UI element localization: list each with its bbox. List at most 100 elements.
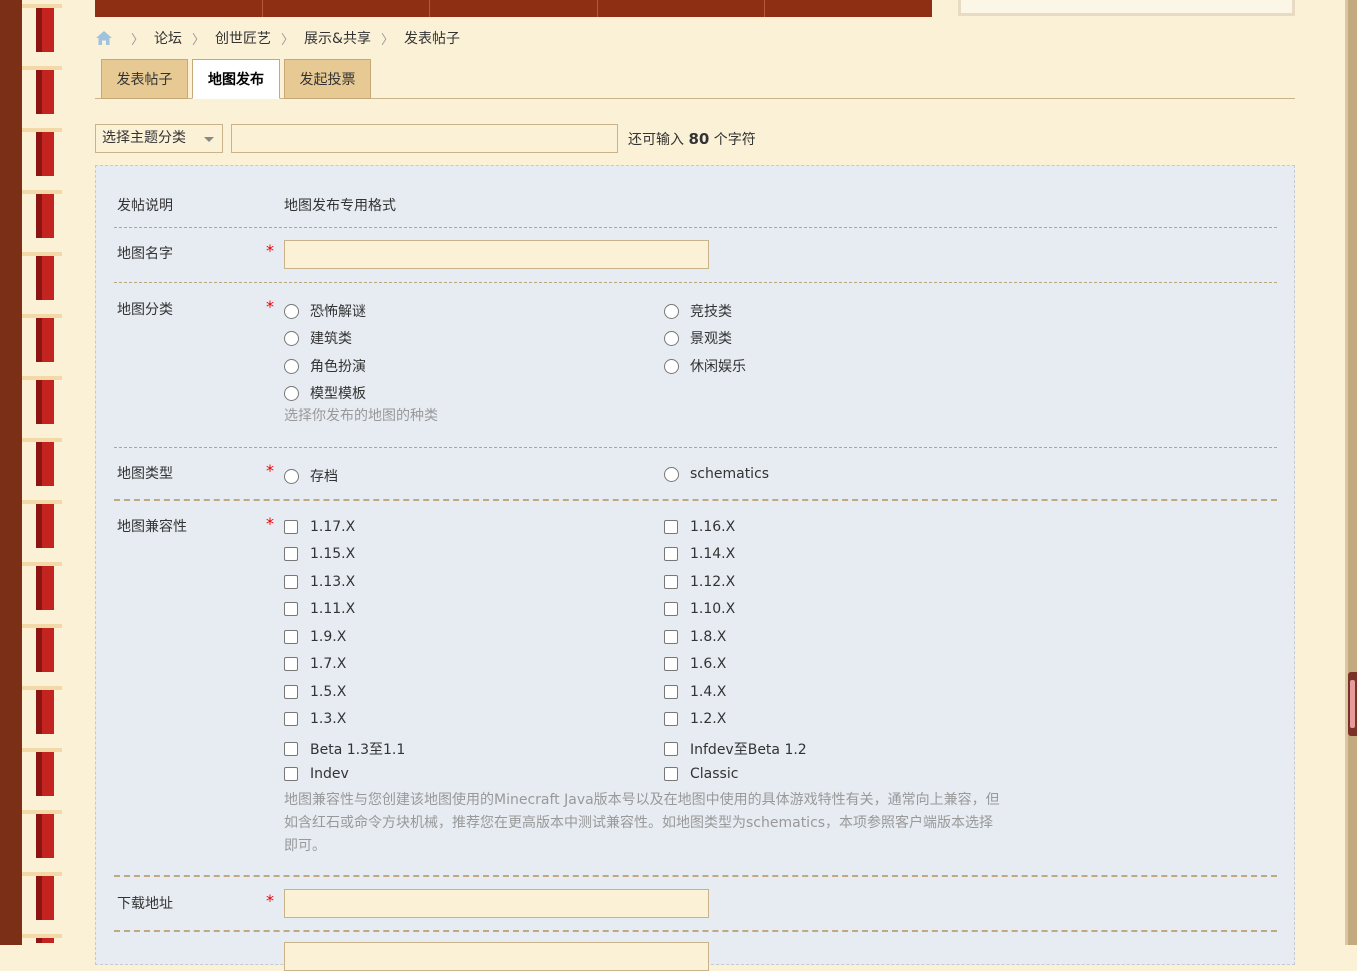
checkbox[interactable] xyxy=(284,547,298,561)
top-nav-item[interactable] xyxy=(263,0,431,17)
top-nav-item[interactable] xyxy=(95,0,263,17)
tab-map-release[interactable]: 地图发布 xyxy=(192,59,280,99)
category-option[interactable]: 模型模板 xyxy=(284,383,366,403)
map-name-label: 地图名字 xyxy=(117,246,173,262)
checkbox[interactable] xyxy=(664,520,678,534)
map-name-input[interactable] xyxy=(284,240,709,269)
compat-option[interactable]: 1.10.X xyxy=(664,601,735,617)
compat-option[interactable]: 1.5.X xyxy=(284,684,346,700)
top-nav-item[interactable] xyxy=(430,0,598,17)
compat-option[interactable]: 1.2.X xyxy=(664,711,726,727)
required-mark: * xyxy=(266,514,274,533)
category-select[interactable]: 选择主题分类 xyxy=(95,124,223,153)
download-url-input[interactable] xyxy=(284,889,709,918)
download-label: 下载地址 xyxy=(117,896,173,912)
top-nav-item[interactable] xyxy=(765,0,932,17)
checkbox[interactable] xyxy=(284,657,298,671)
checkbox[interactable] xyxy=(284,520,298,534)
compat-option[interactable]: 1.7.X xyxy=(284,656,346,672)
required-mark: * xyxy=(266,297,274,316)
map-type-label: 地图类型 xyxy=(117,466,173,482)
breadcrumb: 〉 论坛 〉 创世匠艺 〉 展示&共享 〉 发表帖子 xyxy=(95,27,460,49)
required-mark: * xyxy=(266,891,274,910)
title-input[interactable] xyxy=(231,124,618,153)
post-type-tabs: 发表帖子 地图发布 发起投票 xyxy=(95,59,1295,99)
checkbox[interactable] xyxy=(664,547,678,561)
top-nav-item[interactable] xyxy=(598,0,766,17)
compat-option[interactable]: 1.4.X xyxy=(664,684,726,700)
compat-option[interactable]: 1.16.X xyxy=(664,519,735,535)
checkbox[interactable] xyxy=(284,602,298,616)
breadcrumb-section[interactable]: 创世匠艺 xyxy=(215,28,271,48)
checkbox[interactable] xyxy=(664,685,678,699)
compat-option[interactable]: Infdev至Beta 1.2 xyxy=(664,739,807,759)
category-hint: 选择你发布的地图的种类 xyxy=(284,408,438,424)
breadcrumb-subsection[interactable]: 展示&共享 xyxy=(304,28,371,48)
category-label: 地图分类 xyxy=(117,302,173,318)
map-type-option[interactable]: 存档 xyxy=(284,466,338,486)
chain-border xyxy=(22,0,62,945)
checkbox[interactable] xyxy=(664,712,678,726)
checkbox[interactable] xyxy=(664,742,678,756)
compat-option[interactable]: 1.17.X xyxy=(284,519,355,535)
category-option[interactable]: 休闲娱乐 xyxy=(664,356,746,376)
compat-option[interactable]: 1.11.X xyxy=(284,601,355,617)
checkbox[interactable] xyxy=(284,742,298,756)
breadcrumb-forum[interactable]: 论坛 xyxy=(154,28,182,48)
category-option[interactable]: 角色扮演 xyxy=(284,356,366,376)
checkbox[interactable] xyxy=(284,712,298,726)
radio-button[interactable] xyxy=(284,330,299,346)
map-type-option[interactable]: schematics xyxy=(664,466,769,482)
compat-label: 地图兼容性 xyxy=(117,519,187,535)
compat-option[interactable]: 1.12.X xyxy=(664,574,735,590)
checkbox[interactable] xyxy=(664,767,678,781)
radio-button[interactable] xyxy=(284,358,299,374)
form-row-map-name: 地图名字 * xyxy=(114,229,1277,283)
compat-option[interactable]: 1.15.X xyxy=(284,546,355,562)
breadcrumb-current: 发表帖子 xyxy=(403,31,460,47)
required-mark: * xyxy=(266,241,274,260)
radio-button[interactable] xyxy=(284,468,299,484)
compat-option[interactable]: Beta 1.3至1.1 xyxy=(284,739,405,759)
checkbox[interactable] xyxy=(284,767,298,781)
radio-button[interactable] xyxy=(664,358,679,374)
compat-option[interactable]: 1.9.X xyxy=(284,629,346,645)
checkbox[interactable] xyxy=(284,685,298,699)
top-nav-bar xyxy=(95,0,932,17)
checkbox[interactable] xyxy=(664,575,678,589)
compat-option[interactable]: 1.13.X xyxy=(284,574,355,590)
checkbox[interactable] xyxy=(664,657,678,671)
compat-option[interactable]: Classic xyxy=(664,766,738,782)
radio-button[interactable] xyxy=(284,385,299,401)
category-select-value: 选择主题分类 xyxy=(102,130,186,146)
compat-option[interactable]: Indev xyxy=(284,766,349,782)
compat-option[interactable]: 1.8.X xyxy=(664,629,726,645)
checkbox[interactable] xyxy=(664,630,678,644)
radio-button[interactable] xyxy=(664,330,679,346)
category-option[interactable]: 恐怖解谜 xyxy=(284,301,366,321)
category-option[interactable]: 建筑类 xyxy=(284,328,352,348)
category-option[interactable]: 景观类 xyxy=(664,328,732,348)
compat-option[interactable]: 1.14.X xyxy=(664,546,735,562)
radio-button[interactable] xyxy=(664,466,679,482)
intro-label: 发帖说明 xyxy=(117,198,173,214)
category-option[interactable]: 竞技类 xyxy=(664,301,732,321)
compat-option[interactable]: 1.3.X xyxy=(284,711,346,727)
chevron-down-icon xyxy=(204,137,214,142)
tab-post[interactable]: 发表帖子 xyxy=(101,59,188,99)
form-row-compat: 地图兼容性 * 1.17.X 1.16.X 1.15.X 1.14.X 1.13… xyxy=(114,503,1277,877)
form-row-intro: 发帖说明 地图发布专用格式 xyxy=(114,166,1277,228)
tab-poll[interactable]: 发起投票 xyxy=(284,59,371,99)
radio-button[interactable] xyxy=(284,303,299,319)
compat-option[interactable]: 1.6.X xyxy=(664,656,726,672)
radio-button[interactable] xyxy=(664,303,679,319)
next-input[interactable] xyxy=(284,942,709,971)
checkbox[interactable] xyxy=(284,630,298,644)
checkbox[interactable] xyxy=(284,575,298,589)
right-scroll-rail[interactable] xyxy=(1345,0,1357,945)
form-row-map-type: 地图类型 * 存档 schematics xyxy=(114,449,1277,501)
breadcrumb-separator: 〉 xyxy=(380,32,394,48)
side-handle[interactable] xyxy=(1348,672,1357,736)
checkbox[interactable] xyxy=(664,602,678,616)
home-icon[interactable] xyxy=(95,30,113,46)
